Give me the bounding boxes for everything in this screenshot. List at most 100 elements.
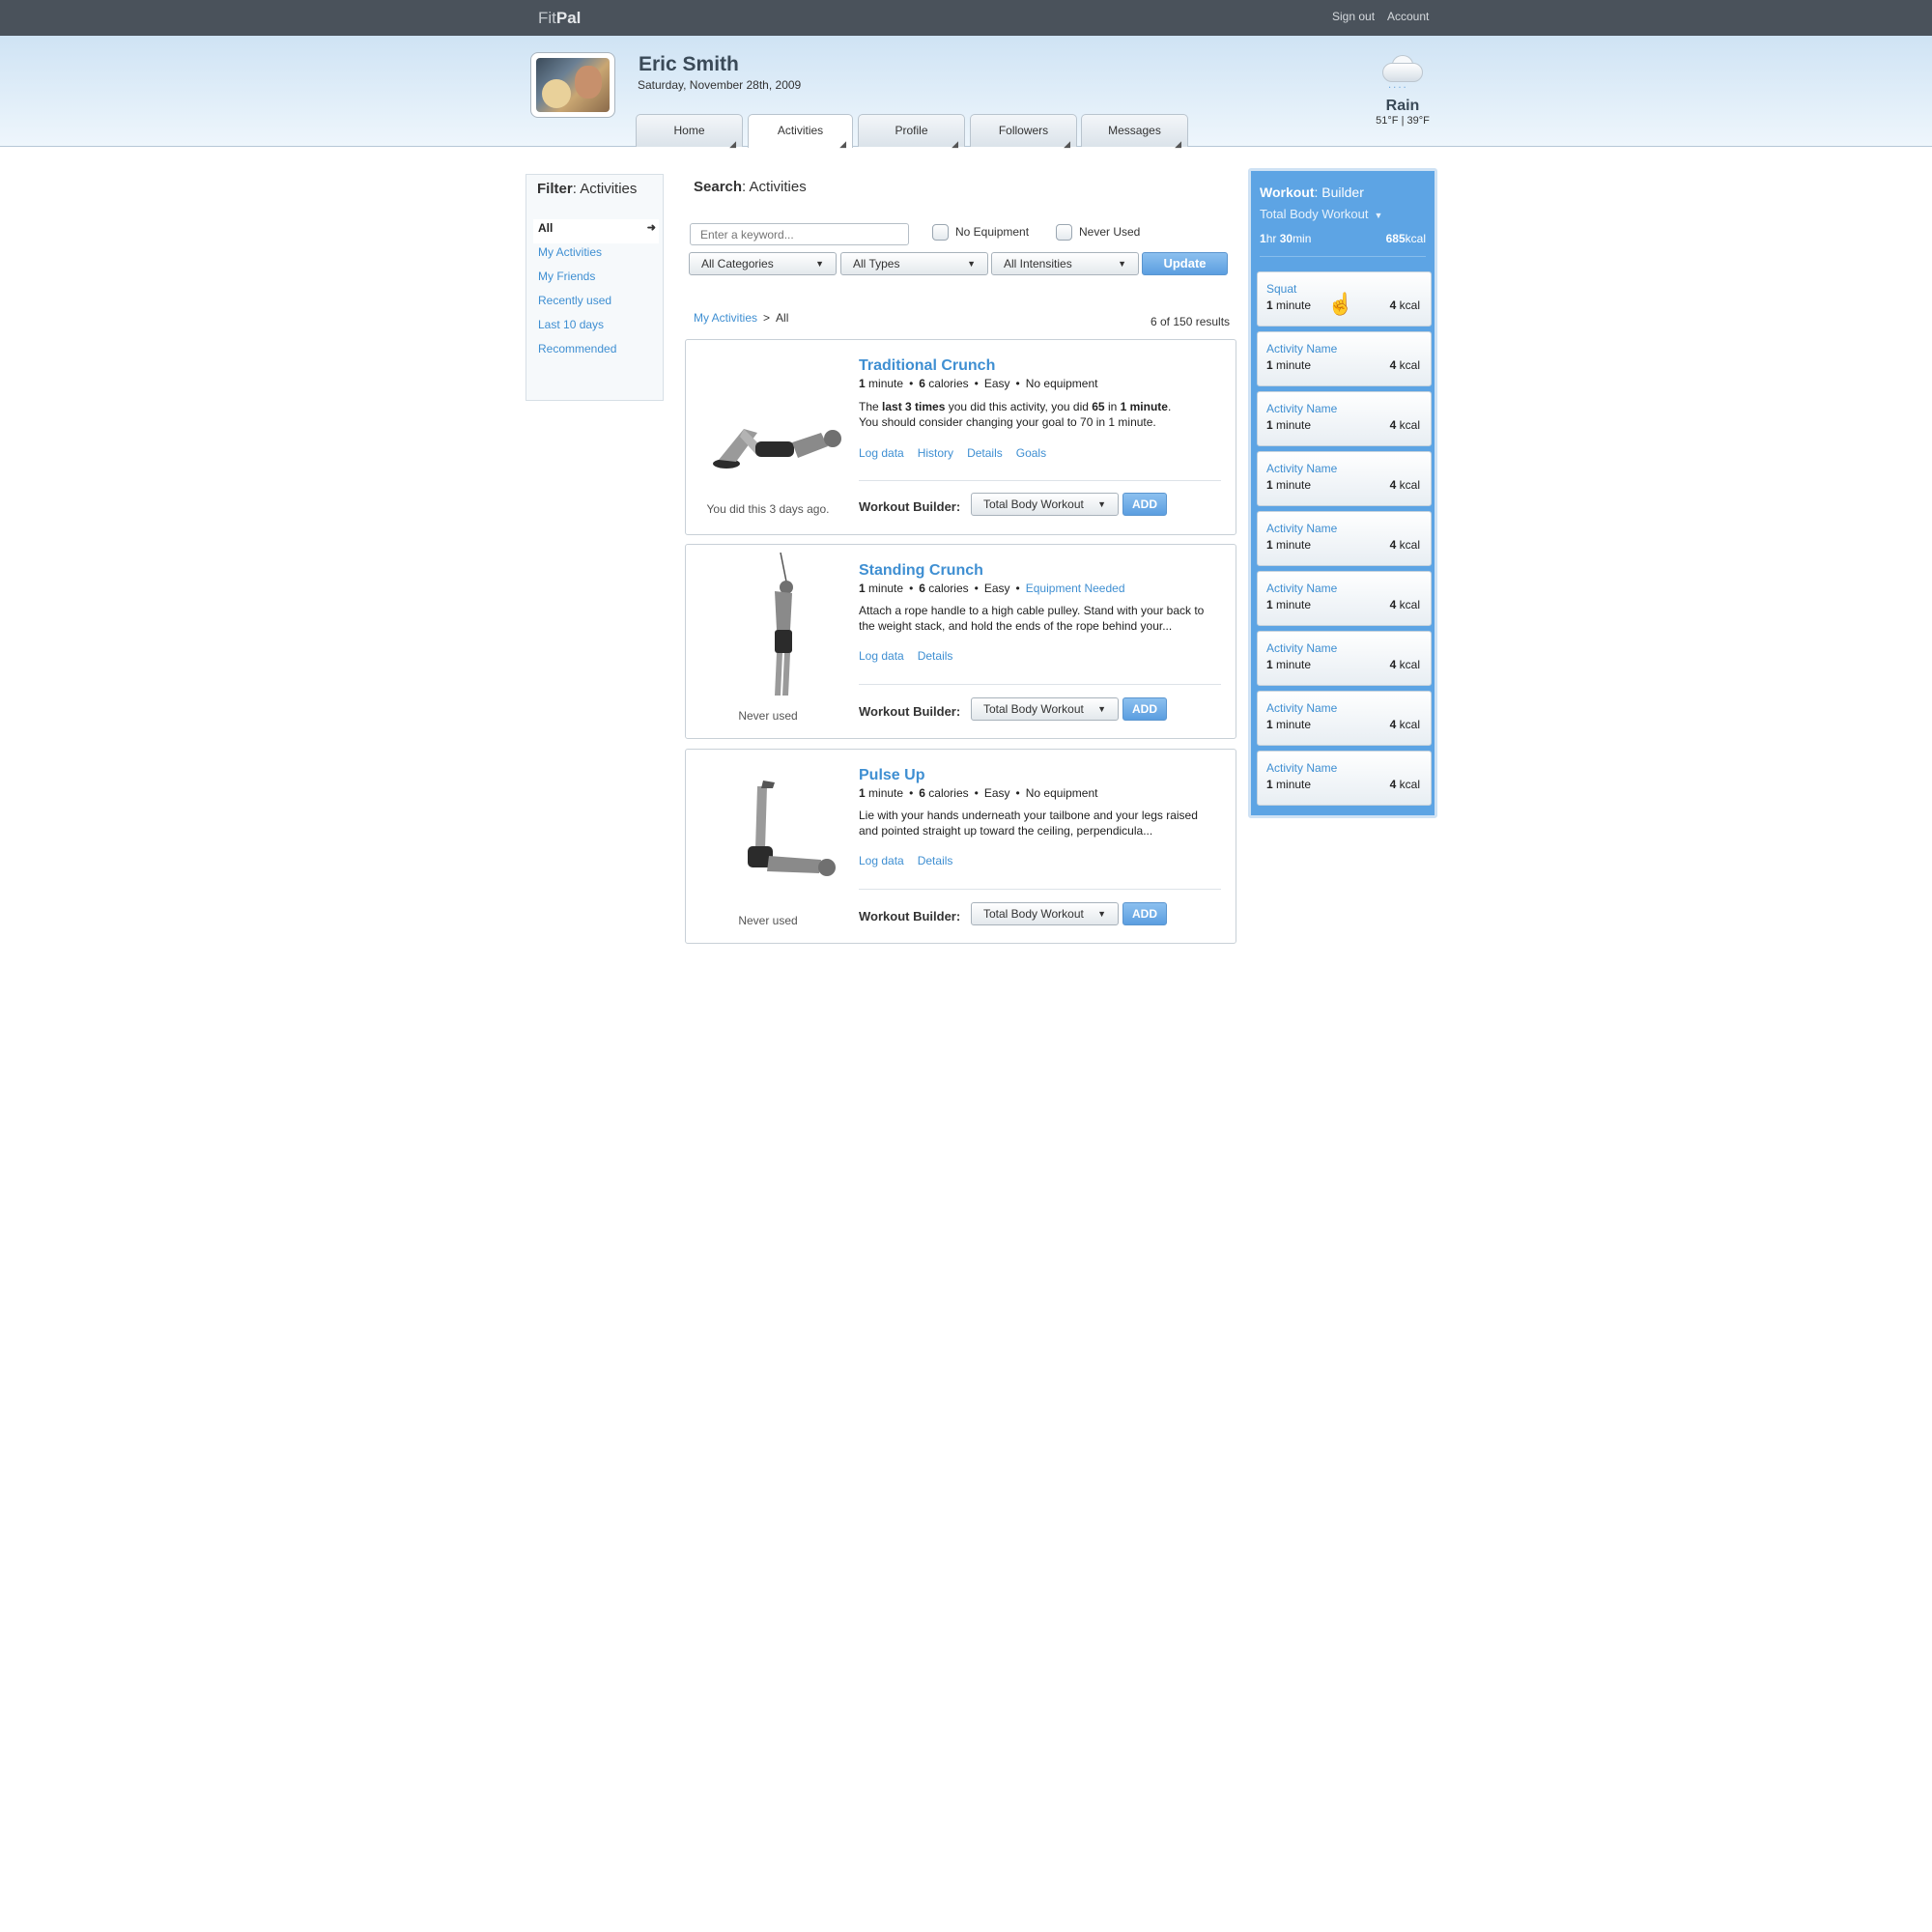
activity-image: [748, 781, 836, 876]
history-link[interactable]: History: [918, 446, 953, 460]
workout-builder-label: Workout Builder:: [859, 499, 961, 514]
tab-label: Home: [673, 124, 705, 137]
builder-item-name[interactable]: Activity Name: [1266, 701, 1337, 715]
filter-item-last-10-days[interactable]: Last 10 days: [533, 316, 659, 340]
builder-plan-select[interactable]: Total Body Workout ▼: [1260, 207, 1382, 221]
account-link[interactable]: Account: [1387, 10, 1429, 23]
builder-item-name[interactable]: Activity Name: [1266, 582, 1337, 595]
add-button[interactable]: ADD: [1122, 902, 1167, 925]
builder-item-kcal: 4 kcal: [1389, 778, 1420, 791]
intensities-select[interactable]: All Intensities ▼: [991, 252, 1139, 275]
log-data-link[interactable]: Log data: [859, 446, 904, 460]
avatar[interactable]: [530, 52, 615, 118]
equipment-needed-link[interactable]: Equipment Needed: [1026, 582, 1125, 595]
app-logo[interactable]: FitPal: [538, 9, 581, 28]
filter-item-recommended[interactable]: Recommended: [533, 340, 659, 364]
tab-profile[interactable]: Profile ◢: [858, 114, 965, 149]
chevron-down-icon[interactable]: ◢: [1175, 128, 1181, 159]
activity-image: [775, 553, 793, 696]
add-button[interactable]: ADD: [1122, 697, 1167, 721]
filter-item-my-friends[interactable]: My Friends: [533, 268, 659, 292]
dropdown-arrow-icon: ▼: [1118, 259, 1126, 269]
builder-plan-value: Total Body Workout: [1260, 207, 1369, 221]
builder-item[interactable]: Activity Name 1 minute 4 kcal: [1257, 391, 1432, 446]
activity-name-link[interactable]: Pulse Up: [859, 767, 924, 784]
dropdown-arrow-icon: ▼: [1097, 704, 1106, 714]
builder-item-kcal: 4 kcal: [1389, 718, 1420, 731]
chevron-down-icon[interactable]: ◢: [729, 128, 736, 159]
builder-item[interactable]: Activity Name 1 minute 4 kcal: [1257, 571, 1432, 626]
update-button[interactable]: Update: [1142, 252, 1228, 275]
tab-label: Activities: [777, 124, 824, 137]
tab-followers[interactable]: Followers ◢: [970, 114, 1077, 149]
log-data-link[interactable]: Log data: [859, 649, 904, 663]
details-link[interactable]: Details: [967, 446, 1003, 460]
builder-item-name[interactable]: Squat: [1266, 282, 1296, 296]
filter-item-all[interactable]: All ➜: [533, 219, 659, 243]
dropdown-arrow-icon: ▼: [967, 259, 976, 269]
workout-select[interactable]: Total Body Workout ▼: [971, 902, 1119, 925]
tab-activities[interactable]: Activities ◢: [748, 114, 853, 149]
tab-messages[interactable]: Messages ◢: [1081, 114, 1188, 149]
goals-link[interactable]: Goals: [1016, 446, 1046, 460]
builder-item-kcal: 4 kcal: [1389, 358, 1420, 372]
workout-select[interactable]: Total Body Workout ▼: [971, 697, 1119, 721]
profile-header: Eric Smith Saturday, November 28th, 2009…: [0, 36, 1932, 149]
builder-item[interactable]: Activity Name 1 minute 4 kcal: [1257, 631, 1432, 686]
builder-item[interactable]: Activity Name 1 minute 4 kcal: [1257, 511, 1432, 566]
activity-image: [713, 429, 841, 469]
activity-card-pulse-up: Never used Pulse Up 1 minute • 6 calories •…: [685, 749, 1236, 944]
builder-item[interactable]: Activity Name 1 minute 4 kcal: [1257, 451, 1432, 506]
add-button[interactable]: ADD: [1122, 493, 1167, 516]
logo-fit: Fit: [538, 9, 556, 27]
builder-item-name[interactable]: Activity Name: [1266, 641, 1337, 655]
filter-panel: Filter: Activities All ➜ My Activities My…: [526, 174, 664, 401]
chevron-down-icon[interactable]: ◢: [839, 128, 846, 159]
tab-label: Profile: [895, 124, 928, 137]
breadcrumb-root[interactable]: My Activities: [694, 311, 757, 325]
activity-description: Attach a rope handle to a high cable pul…: [859, 604, 1205, 633]
no-equipment-checkbox[interactable]: [932, 224, 949, 241]
builder-item[interactable]: Activity Name 1 minute 4 kcal: [1257, 751, 1432, 806]
builder-item-name[interactable]: Activity Name: [1266, 462, 1337, 475]
activity-name-link[interactable]: Traditional Crunch: [859, 357, 995, 375]
activity-links: Log data History Details Goals: [859, 446, 1060, 460]
no-equipment-label: No Equipment: [955, 225, 1030, 239]
builder-item-duration: 1 minute: [1266, 358, 1312, 372]
tab-home[interactable]: Home ◢: [636, 114, 743, 149]
builder-item-kcal: 4 kcal: [1389, 598, 1420, 611]
chevron-down-icon[interactable]: ◢: [1064, 128, 1070, 159]
builder-item-name[interactable]: Activity Name: [1266, 342, 1337, 355]
never-used-checkbox[interactable]: [1056, 224, 1072, 241]
workout-select-value: Total Body Workout: [983, 702, 1084, 716]
builder-total-kcal: 685kcal: [1385, 232, 1426, 245]
dropdown-arrow-icon: ▼: [1374, 211, 1383, 220]
breadcrumb: My Activities > All: [694, 311, 788, 325]
categories-select[interactable]: All Categories ▼: [689, 252, 837, 275]
log-data-link[interactable]: Log data: [859, 854, 904, 867]
activity-name-link[interactable]: Standing Crunch: [859, 562, 983, 580]
breadcrumb-separator: >: [763, 311, 771, 325]
filter-item-recently-used[interactable]: Recently used: [533, 292, 659, 316]
arrow-right-icon: ➜: [646, 222, 656, 234]
builder-item-name[interactable]: Activity Name: [1266, 402, 1337, 415]
rain-cloud-icon: ‧‧‧‧: [1378, 55, 1427, 96]
keyword-search-input[interactable]: [690, 223, 909, 245]
workout-builder-label: Workout Builder:: [859, 909, 961, 923]
activity-description: Lie with your hands underneath your tail…: [859, 809, 1198, 838]
details-link[interactable]: Details: [918, 649, 953, 663]
activity-meta: 1 minute • 6 calories • Easy • No equipment: [859, 786, 1098, 800]
activity-card-standing-crunch: Never used Standing Crunch 1 minute • 6 ca…: [685, 544, 1236, 739]
details-link[interactable]: Details: [918, 854, 953, 867]
sign-out-link[interactable]: Sign out: [1332, 10, 1375, 23]
logo-pal: Pal: [555, 9, 582, 27]
workout-select[interactable]: Total Body Workout ▼: [971, 493, 1119, 516]
tab-label: Messages: [1108, 124, 1161, 137]
builder-item-name[interactable]: Activity Name: [1266, 522, 1337, 535]
types-select[interactable]: All Types ▼: [840, 252, 988, 275]
builder-item[interactable]: Activity Name 1 minute 4 kcal: [1257, 331, 1432, 386]
filter-item-my-activities[interactable]: My Activities: [533, 243, 659, 268]
builder-item-name[interactable]: Activity Name: [1266, 761, 1337, 775]
chevron-down-icon[interactable]: ◢: [952, 128, 958, 159]
builder-item[interactable]: Activity Name 1 minute 4 kcal: [1257, 691, 1432, 746]
